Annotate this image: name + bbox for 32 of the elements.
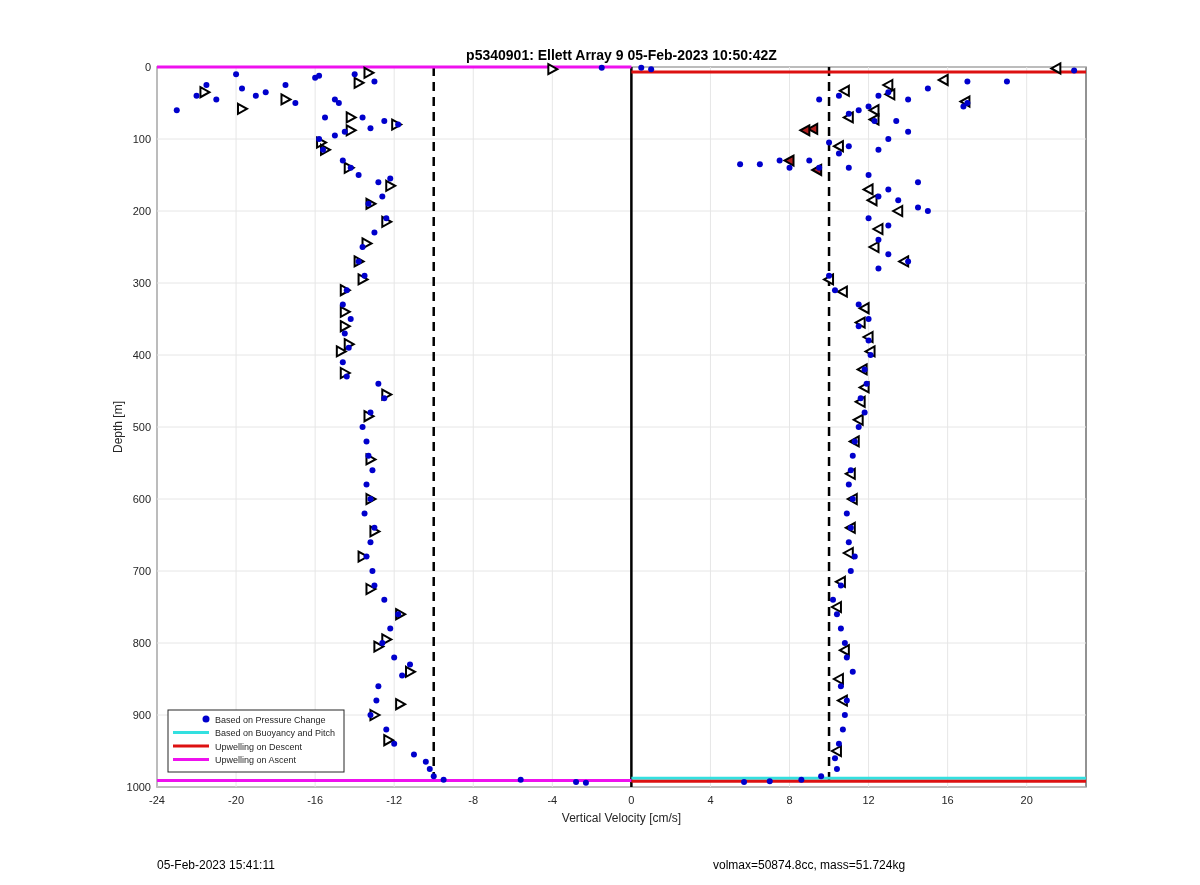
timestamp-text: 05-Feb-2023 15:41:11 bbox=[157, 858, 276, 872]
y-tick-label: 900 bbox=[132, 709, 151, 721]
x-tick-label: 20 bbox=[1020, 794, 1033, 806]
y-tick-label: 0 bbox=[144, 61, 151, 73]
y-tick-label: 600 bbox=[132, 493, 151, 505]
y-tick-label: 200 bbox=[132, 205, 151, 217]
y-axis-label: Depth [m] bbox=[111, 401, 125, 453]
y-tick-label: 500 bbox=[132, 421, 151, 433]
y-tick-label: 800 bbox=[132, 637, 151, 649]
x-tick-label: 0 bbox=[628, 794, 635, 806]
legend-label: Based on Pressure Change bbox=[215, 714, 326, 725]
y-tick-label: 300 bbox=[132, 277, 151, 289]
x-tick-label: 12 bbox=[862, 794, 875, 806]
x-tick-label: -12 bbox=[386, 794, 403, 806]
x-axis-label: Vertical Velocity [cm/s] bbox=[561, 811, 682, 825]
legend-label: Upwelling on Ascent bbox=[215, 755, 297, 765]
chart-title: p5340901: Ellett Array 9 05-Feb-2023 10:50:42Z bbox=[466, 47, 777, 63]
y-tick-label: 400 bbox=[132, 349, 151, 361]
x-tick-label: -4 bbox=[547, 794, 558, 806]
y-tick-label: 100 bbox=[132, 133, 151, 145]
y-tick-label: 700 bbox=[132, 565, 151, 577]
x-tick-label: -20 bbox=[228, 794, 244, 806]
x-tick-label: 16 bbox=[941, 794, 954, 806]
legend-label: Based on Buoyancy and Pitch bbox=[215, 728, 336, 738]
x-tick-label: -16 bbox=[307, 794, 324, 806]
y-tick-label: 1000 bbox=[126, 781, 151, 793]
legend-label: Upwelling on Descent bbox=[215, 741, 303, 752]
x-tick-label: 4 bbox=[707, 794, 714, 806]
x-tick-label: -24 bbox=[149, 794, 165, 806]
summary-text: volmax=50874.8cc, mass=51.724kg bbox=[713, 858, 906, 872]
x-tick-label: -8 bbox=[468, 794, 479, 806]
x-tick-label: 8 bbox=[786, 794, 793, 806]
